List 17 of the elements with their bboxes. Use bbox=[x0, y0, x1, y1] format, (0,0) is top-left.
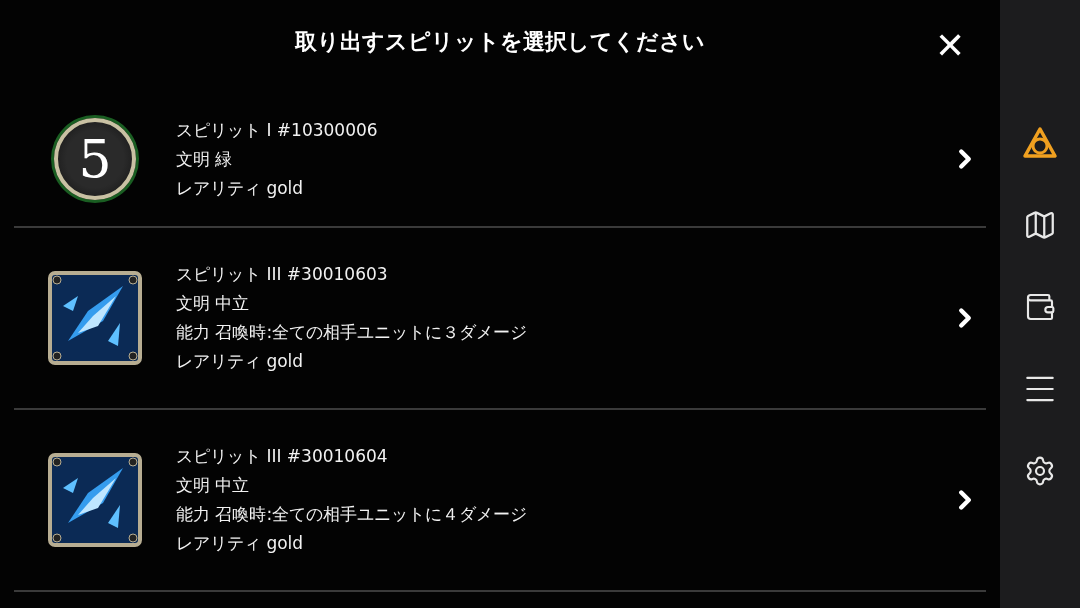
spirit-detail: 文明 中立 bbox=[176, 292, 251, 315]
spirit-row[interactable]: スピリット III #30010603 文明 中立 能力 召喚時:全ての相手ユニットに３ダメージ レアリティ gold bbox=[14, 228, 986, 410]
spirit-detail: スピリット III #30010603 bbox=[176, 263, 389, 286]
spirit-detail: スピリット III #30010604 bbox=[176, 445, 389, 468]
spirit-detail: 文明 緑 bbox=[176, 147, 234, 171]
spirit-detail: 能力 召喚時:全ての相手ユニットに４ダメージ bbox=[176, 503, 529, 526]
spirit-detail: スピリット I #10300006 bbox=[176, 118, 379, 142]
spirit-detail: レアリティ gold bbox=[176, 176, 305, 200]
spirit-detail: 能力 召喚時:全ての相手ユニットに３ダメージ bbox=[176, 321, 529, 344]
spirit-detail: レアリティ gold bbox=[176, 532, 305, 555]
spirit-detail: レアリティ gold bbox=[176, 350, 305, 373]
spirit-detail: 文明 中立 bbox=[176, 474, 251, 497]
close-button[interactable]: ✕ bbox=[930, 22, 970, 68]
dialog-title: 取り出すスピリットを選択してください bbox=[295, 28, 705, 56]
cost-badge: 5 bbox=[54, 118, 136, 200]
spirit-row[interactable]: スピリット III #30010604 文明 中立 能力 召喚時:全ての相手ユニットに４ダメージ レアリティ gold bbox=[14, 410, 986, 592]
spirit-row[interactable]: 5 スピリット I #10300006 文明 緑 レアリティ gold bbox=[14, 92, 986, 228]
